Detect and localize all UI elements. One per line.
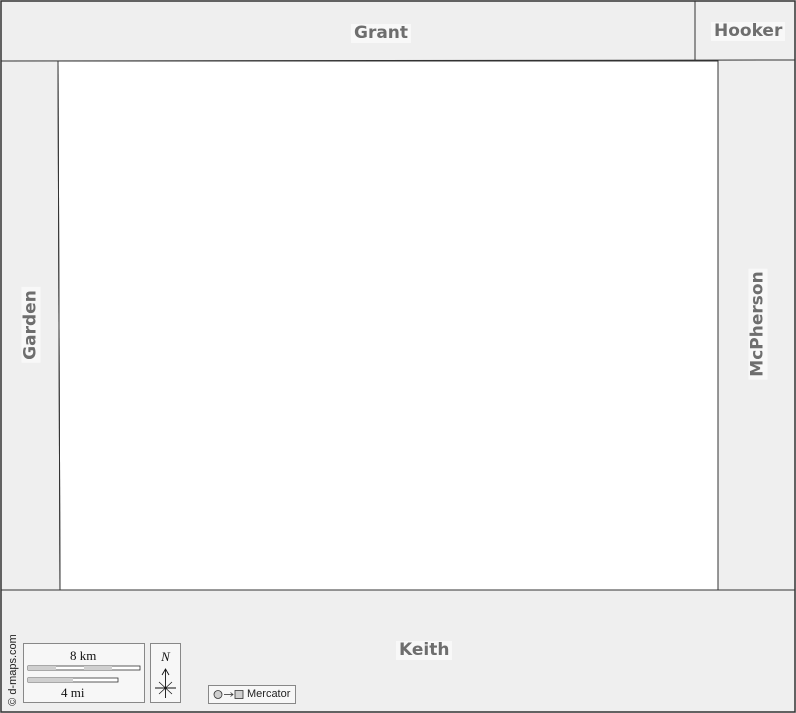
copyright-credit: © d-maps.com xyxy=(7,634,19,706)
compass-arrow-icon xyxy=(155,668,176,698)
county-label-garden: Garden xyxy=(21,287,41,363)
scale-bar: 8 km 4 mi xyxy=(23,643,145,703)
focus-county-area xyxy=(57,60,719,591)
map-canvas: Grant Hooker Garden McPherson Keith © d-… xyxy=(0,0,796,713)
county-label-keith: Keith xyxy=(396,641,453,660)
circle-to-square-icon xyxy=(213,690,244,699)
county-label-mcpherson: McPherson xyxy=(748,268,768,380)
north-arrow: N xyxy=(150,643,181,703)
county-borders xyxy=(0,0,796,713)
projection-label: Mercator xyxy=(247,688,291,700)
county-label-grant: Grant xyxy=(351,24,412,43)
county-label-hooker: Hooker xyxy=(711,22,786,41)
scale-mi-label: 4 mi xyxy=(61,685,85,700)
projection-box: Mercator xyxy=(208,685,296,704)
